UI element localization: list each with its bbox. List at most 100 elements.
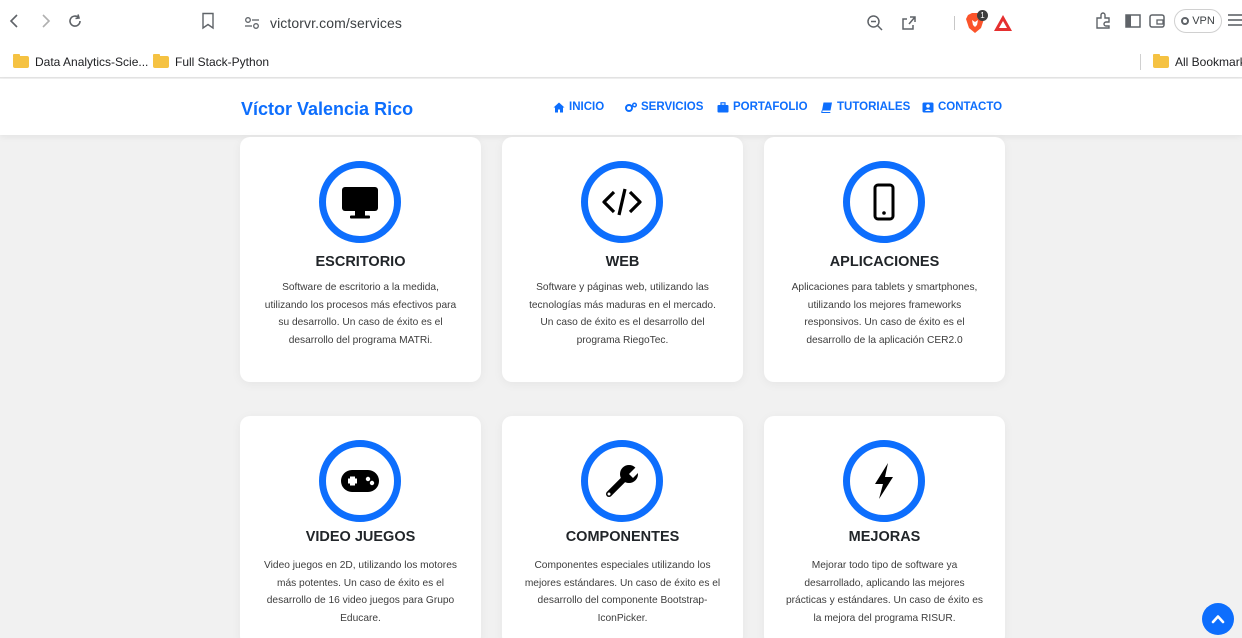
service-description: Software y páginas web, utilizando las t…	[516, 279, 729, 349]
all-bookmarks-label: All Bookmarks	[1175, 55, 1242, 69]
description-line: su desarrollo. Un caso de éxito es el	[278, 317, 443, 329]
bookmark-folder[interactable]: Full Stack-Python	[153, 54, 269, 70]
service-icon-circle	[581, 161, 663, 243]
zoom-icon[interactable]	[866, 14, 884, 32]
nav-link-tutoriales[interactable]: TUTORIALES	[821, 101, 910, 113]
nav-link-servicios[interactable]: SERVICIOS	[625, 101, 703, 113]
description-line: prácticas y estándares. Un caso de éxito…	[785, 595, 984, 607]
nav-link-label: INICIO	[569, 101, 605, 113]
bookmarks-divider	[1140, 54, 1141, 70]
service-description: Video juegos en 2D, utilizando los motor…	[254, 557, 467, 627]
menu-icon[interactable]	[1226, 12, 1242, 28]
folder-icon	[153, 54, 169, 68]
service-card-mejoras: MEJORAS Mejorar todo tipo de software ya…	[764, 416, 1005, 638]
vpn-status-icon	[1181, 17, 1190, 25]
url-text[interactable]: victorvr.com/services	[270, 15, 402, 31]
mobile-phone-icon	[873, 183, 895, 221]
description-line: la mejora del programa RISUR.	[813, 612, 956, 624]
service-title: COMPONENTES	[565, 529, 680, 545]
bookmark-folder[interactable]: Data Analytics-Scie...	[13, 54, 148, 70]
nav-link-portafolio[interactable]: PORTAFOLIO	[717, 101, 808, 113]
vpn-button[interactable]: VPN	[1174, 9, 1222, 33]
service-icon-circle	[319, 440, 401, 522]
description-line: responsivos. Un caso de éxito es el	[804, 317, 965, 329]
folder-icon	[13, 54, 29, 68]
description-line: Video juegos en 2D, utilizando los motor…	[264, 560, 457, 571]
desktop-monitor-icon	[342, 187, 378, 219]
description-line: Mejorar todo tipo de software ya	[811, 560, 958, 571]
nav-link-contacto[interactable]: CONTACTO	[922, 101, 1002, 113]
address-bar[interactable]: victorvr.com/services 1	[232, 8, 1017, 38]
description-line: Componentes especiales utilizando los	[534, 560, 711, 571]
description-line: desarrollado, aplicando las mejores	[804, 577, 965, 589]
description-line: mejores estándares. Un caso de éxito es …	[524, 577, 721, 589]
vpn-label: VPN	[1192, 15, 1215, 27]
service-description: Software de escritorio a la medida, util…	[254, 279, 467, 349]
service-title: MEJORAS	[848, 529, 921, 545]
description-line: desarrollo de la aplicación CER2.0	[806, 334, 963, 346]
home-icon	[553, 102, 565, 112]
browser-toolbar: victorvr.com/services 1 VPN	[0, 0, 1242, 46]
service-icon-circle	[581, 440, 663, 522]
nav-link-label: SERVICIOS	[641, 101, 704, 113]
contact-card-icon	[922, 102, 934, 112]
reload-button[interactable]	[64, 10, 86, 32]
description-line: utilizando los mejores frameworks	[807, 299, 962, 311]
bookmark-page-icon[interactable]	[200, 12, 216, 30]
chevron-left-icon	[9, 14, 18, 28]
gamepad-icon	[341, 470, 379, 492]
brave-shields-count: 1	[977, 10, 988, 21]
service-title: WEB	[605, 254, 640, 270]
lightning-bolt-icon	[875, 463, 893, 499]
description-line: Software de escritorio a la medida,	[282, 282, 439, 293]
url-separator	[954, 16, 955, 30]
wrench-icon	[606, 465, 642, 497]
book-icon	[821, 102, 832, 113]
briefcase-icon	[717, 101, 729, 112]
extensions-icon[interactable]	[1094, 12, 1112, 30]
forward-button[interactable]	[34, 10, 56, 32]
service-description: Mejorar todo tipo de software ya desarro…	[778, 557, 991, 627]
description-line: Un caso de éxito es el desarrollo del	[540, 317, 705, 329]
description-line: desarrollo del programa MATRi.	[288, 334, 433, 346]
reload-icon	[69, 14, 81, 27]
bookmark-label: Full Stack-Python	[175, 55, 270, 69]
site-brand[interactable]: Víctor Valencia Rico	[241, 99, 413, 120]
description-line: programa RiegoTec.	[576, 334, 669, 346]
description-line: más potentes. Un caso de éxito es el	[276, 577, 445, 589]
service-card-aplicaciones: APLICACIONES Aplicaciones para tablets y…	[764, 137, 1005, 382]
all-bookmarks-button[interactable]: All Bookmarks	[1153, 54, 1242, 70]
service-card-escritorio: ESCRITORIO Software de escritorio a la m…	[240, 137, 481, 382]
nav-link-label: CONTACTO	[938, 101, 1003, 113]
share-icon[interactable]	[900, 14, 918, 32]
back-button[interactable]	[4, 10, 26, 32]
service-card-web: WEB Software y páginas web, utilizando l…	[502, 137, 743, 382]
scroll-to-top-button[interactable]	[1202, 603, 1234, 635]
description-line: IconPicker.	[597, 612, 648, 624]
service-icon-circle	[843, 440, 925, 522]
service-description: Aplicaciones para tablets y smartphones,…	[778, 279, 991, 349]
service-card-video-juegos: VIDEO JUEGOS Video juegos en 2D, utiliza…	[240, 416, 481, 638]
sidebar-icon[interactable]	[1124, 12, 1142, 30]
nav-link-inicio[interactable]: INICIO	[553, 101, 604, 113]
description-line: desarrollo del componente Bootstrap-	[537, 595, 708, 607]
brave-rewards-icon[interactable]	[993, 13, 1013, 33]
service-icon-circle	[319, 161, 401, 243]
code-icon	[602, 188, 642, 216]
description-line: tecnologías más maduras en el mercado.	[529, 299, 716, 311]
description-line: Educare.	[340, 612, 381, 624]
service-description: Componentes especiales utilizando los me…	[516, 557, 729, 627]
wallet-icon[interactable]	[1148, 12, 1166, 30]
cogs-icon	[625, 101, 637, 112]
nav-link-label: PORTAFOLIO	[733, 101, 808, 113]
nav-link-label: TUTORIALES	[837, 101, 911, 113]
bookmarks-bar: Data Analytics-Scie... Full Stack-Python…	[0, 46, 1242, 78]
service-icon-circle	[843, 161, 925, 243]
description-line: Software y páginas web, utilizando las	[536, 282, 709, 293]
description-line: desarrollo de 16 video juegos para Grupo	[266, 595, 455, 607]
service-title: ESCRITORIO	[315, 254, 406, 270]
service-title: APLICACIONES	[829, 254, 940, 270]
bookmark-label: Data Analytics-Scie...	[35, 55, 149, 69]
site-info-icon[interactable]	[244, 16, 260, 30]
chevron-up-icon	[1211, 615, 1225, 624]
